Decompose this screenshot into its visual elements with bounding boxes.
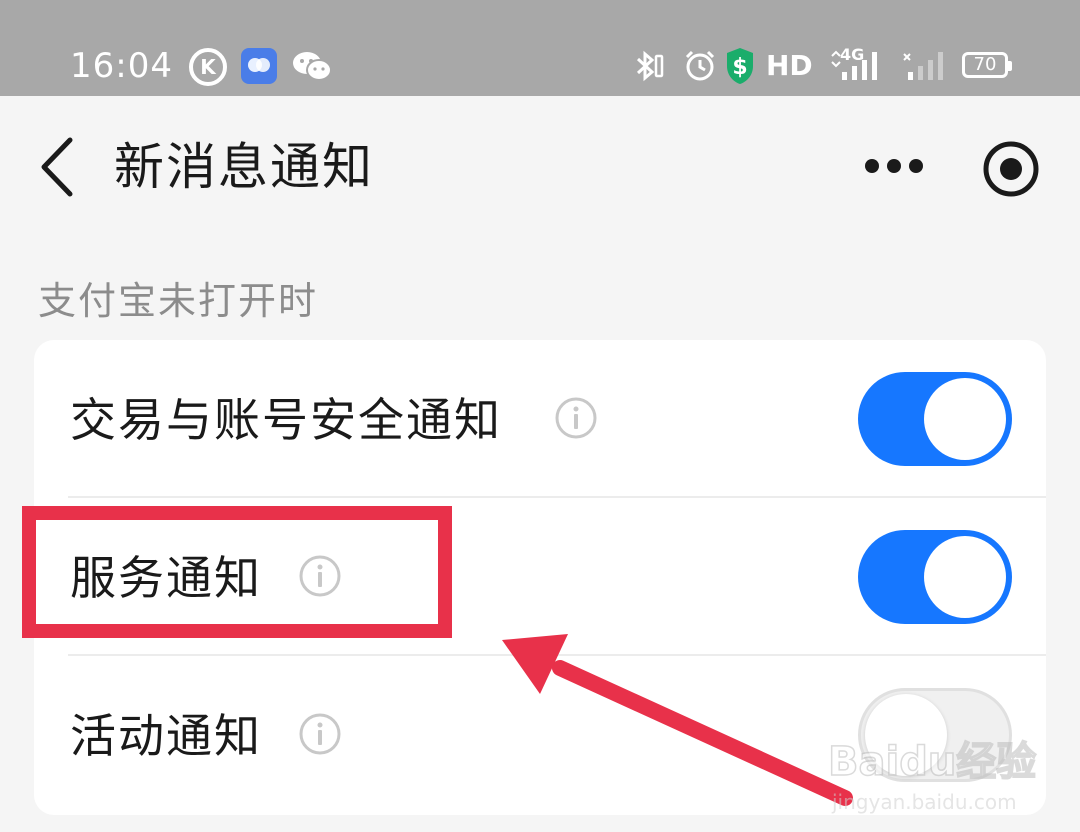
watermark-url: jingyan.baidu.com	[832, 790, 1017, 814]
hd-label: HD	[766, 49, 813, 82]
alarm-icon	[685, 50, 715, 81]
bluetooth-icon	[636, 50, 664, 82]
section-label: 支付宝未打开时	[38, 279, 319, 323]
watermark-brand: Baidu经验	[827, 738, 1037, 786]
page-title: 新消息通知	[114, 138, 374, 196]
setting-row-security: 交易与账号安全通知	[34, 340, 1046, 496]
network-type: 4G	[840, 45, 865, 64]
svg-text:$: $	[732, 55, 747, 80]
shield-icon: $	[727, 48, 753, 84]
setting-row-service: 服务通知	[34, 498, 1046, 654]
setting-label: 活动通知	[70, 709, 262, 763]
toggle-switch-service[interactable]	[858, 530, 1012, 624]
setting-label: 服务通知	[70, 551, 262, 605]
more-icon[interactable]	[864, 154, 924, 178]
toggle-switch-security[interactable]	[858, 372, 1012, 466]
k-icon: K	[189, 48, 227, 86]
battery-icon: 70	[962, 52, 1012, 78]
record-icon[interactable]	[982, 140, 1040, 198]
toggle-knob	[924, 536, 1006, 618]
status-time: 16:04	[70, 46, 173, 86]
info-icon[interactable]	[554, 396, 598, 440]
status-bar: 16:04 K $ HD 4G 70	[0, 0, 1080, 96]
toggle-knob	[924, 378, 1006, 460]
chevron-left-icon[interactable]	[38, 136, 78, 198]
info-icon[interactable]	[298, 712, 342, 756]
wechat-icon	[293, 52, 332, 81]
app-icon	[241, 48, 277, 84]
setting-label: 交易与账号安全通知	[70, 393, 502, 447]
signal-empty-icon	[903, 52, 943, 80]
info-icon[interactable]	[298, 554, 342, 598]
watermark: Baidu经验 jingyan.baidu.com	[827, 738, 1068, 822]
nav-bar: 新消息通知	[0, 96, 1080, 246]
